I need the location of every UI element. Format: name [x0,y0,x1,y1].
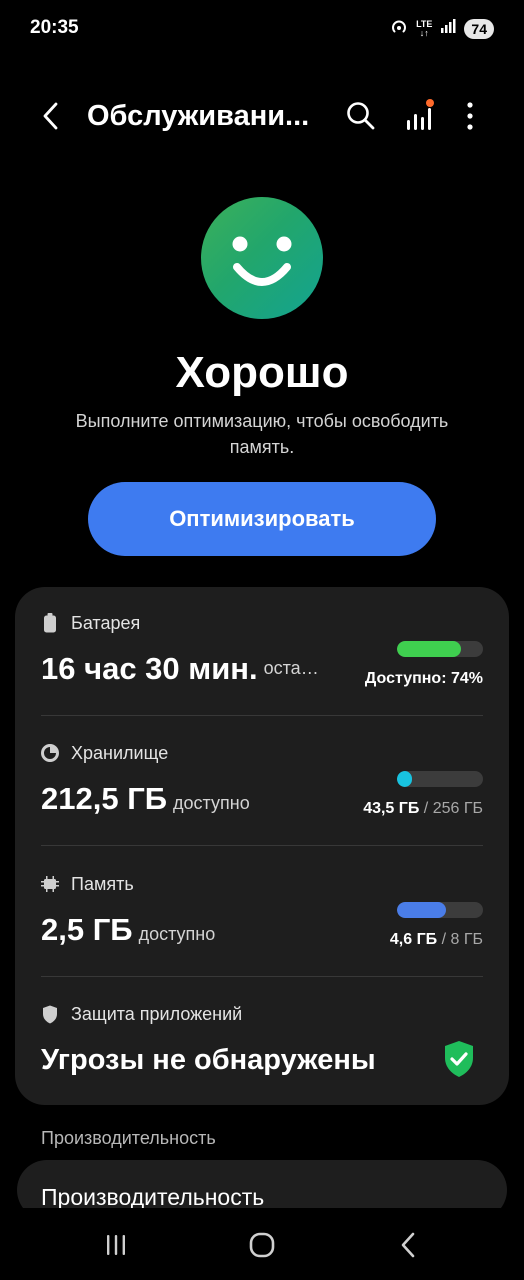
home-icon [249,1232,275,1258]
device-care-card: Батарея 16 час 30 мин. осталось Доступно… [15,587,509,1105]
battery-icon [41,613,59,633]
battery-progress-bar [397,641,483,657]
search-icon [347,102,375,130]
shield-icon [41,1004,59,1024]
more-vert-icon [467,102,473,130]
lte-icon: LTE ↓↑ [416,18,433,38]
performance-section-header: Производительность [41,1128,216,1148]
navigation-bar [0,1210,524,1280]
memory-section[interactable]: Память 2,5 ГБ доступно 4,6 ГБ / 8 ГБ [41,872,483,972]
nav-back-icon [401,1232,415,1258]
memory-label: Память [71,873,134,894]
optimize-button[interactable]: Оптимизировать [88,482,436,556]
signal-icon [440,18,456,39]
page-title: Обслуживани... [87,100,310,132]
notification-dot [426,99,434,107]
back-button[interactable] [34,98,68,134]
storage-progress-bar [397,771,483,787]
recent-apps-icon [107,1235,125,1255]
battery-section[interactable]: Батарея 16 час 30 мин. осталось Доступно… [41,611,483,711]
status-bar: 20:35 LTE ↓↑ 74 [0,0,524,58]
stats-button[interactable] [403,98,437,134]
battery-icon: 74 [464,18,494,39]
home-button[interactable] [240,1230,284,1260]
device-status-description: Выполните оптимизацию, чтобы освободить … [75,411,449,457]
memory-progress-bar [397,902,483,918]
app-protection-section[interactable]: Защита приложений Угрозы не обнаружены [41,1002,483,1092]
storage-section[interactable]: Хранилище 212,5 ГБ доступно 43,5 ГБ / 25… [41,741,483,841]
nav-back-button[interactable] [387,1230,431,1260]
storage-progress-fill [397,771,412,787]
divider [41,976,483,977]
shield-check-icon [443,1040,475,1083]
divider [41,845,483,846]
app-protection-status: Угрозы не обнаружены [41,1044,376,1076]
hotspot-icon [390,17,408,40]
network-type: LTE [416,18,433,29]
storage-label: Хранилище [71,742,169,763]
status-time: 20:35 [30,17,79,38]
chevron-left-icon [43,102,58,130]
recent-apps-button[interactable] [94,1230,138,1260]
memory-chip-icon [41,874,59,894]
performance-item-label: Производительность [41,1184,265,1210]
search-button[interactable] [344,99,378,133]
smiley-face-icon [201,197,323,319]
memory-available-value: 2,5 ГБ [41,912,133,947]
stats-icon [407,99,434,130]
status-icons: LTE ↓↑ 74 [390,17,494,40]
storage-used: 43,5 ГБ [363,800,420,817]
memory-suffix: доступно [138,924,216,944]
more-options-button[interactable] [458,98,482,134]
app-protection-label: Защита приложений [71,1003,243,1024]
storage-suffix: доступно [173,793,250,813]
memory-total: / 8 ГБ [441,931,483,948]
divider [41,715,483,716]
battery-time-remaining: 16 час 30 мин. [41,651,258,686]
device-status-title: Хорошо [175,348,349,397]
pie-chart-icon [41,743,59,763]
storage-total: / 256 ГБ [423,800,483,817]
battery-suffix: осталось [263,658,322,678]
memory-used: 4,6 ГБ [389,931,438,948]
battery-label: Батарея [71,612,141,633]
storage-available-value: 212,5 ГБ [41,781,168,816]
battery-progress-fill [397,641,461,657]
app-bar: Обслуживани... [0,86,524,146]
battery-available-text: Доступно: 74% [364,670,483,687]
memory-progress-fill [397,902,447,918]
